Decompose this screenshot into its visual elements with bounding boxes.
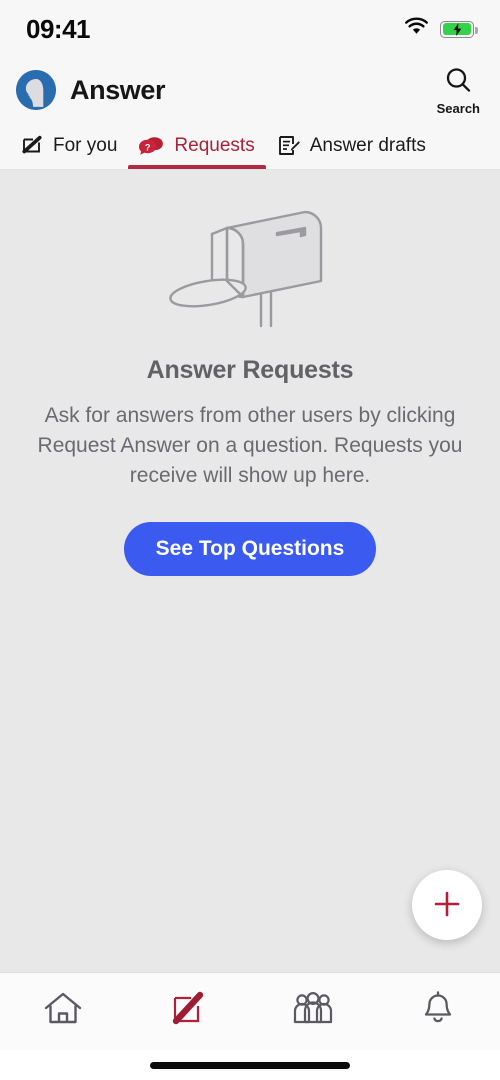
nav-spaces[interactable] (250, 973, 375, 1050)
status-bar: 09:41 (0, 0, 500, 58)
empty-state-title: Answer Requests (146, 356, 354, 384)
search-button[interactable]: Search (435, 64, 482, 116)
tab-requests[interactable]: ? Requests (128, 122, 266, 169)
empty-state-description: Ask for answers from other users by clic… (37, 404, 463, 488)
svg-text:?: ? (145, 142, 151, 153)
home-indicator-area (0, 1050, 500, 1080)
bottom-navigation (0, 972, 500, 1050)
status-time: 09:41 (26, 13, 91, 44)
search-icon (444, 66, 473, 100)
create-post-fab[interactable] (412, 870, 482, 940)
tab-answer-drafts[interactable]: Answer drafts (266, 122, 437, 169)
tab-requests-label: Requests (174, 134, 255, 156)
mailbox-icon (165, 204, 335, 334)
search-button-label: Search (436, 101, 480, 116)
tab-for-you[interactable]: For you (10, 122, 128, 169)
nav-answer[interactable] (125, 973, 250, 1050)
people-group-icon (290, 989, 336, 1034)
app-header: Answer Search (0, 58, 500, 122)
document-pencil-icon (277, 134, 301, 157)
home-indicator[interactable] (150, 1061, 350, 1069)
content-area: Answer Requests Ask for answers from oth… (0, 170, 500, 972)
tab-for-you-label: For you (53, 134, 118, 156)
tab-bar: For you ? Requests Answer drafts (0, 122, 500, 170)
nav-home[interactable] (0, 973, 125, 1050)
wifi-icon (404, 17, 429, 41)
bell-icon (418, 989, 458, 1034)
pencil-square-icon (21, 134, 44, 157)
battery-charging-icon (440, 20, 478, 38)
tab-answer-drafts-label: Answer drafts (309, 134, 426, 156)
app-screen: 09:41 Answer Search For you ? Requests A… (0, 0, 500, 1080)
home-icon (42, 989, 84, 1034)
nav-notifications[interactable] (375, 973, 500, 1050)
pencil-square-icon (168, 989, 208, 1034)
question-speech-bubbles-icon: ? (139, 135, 165, 157)
status-indicators (404, 17, 478, 41)
plus-icon (432, 889, 462, 922)
user-avatar[interactable] (16, 70, 56, 110)
page-title: Answer (70, 74, 166, 105)
see-top-questions-button[interactable]: See Top Questions (123, 521, 377, 576)
